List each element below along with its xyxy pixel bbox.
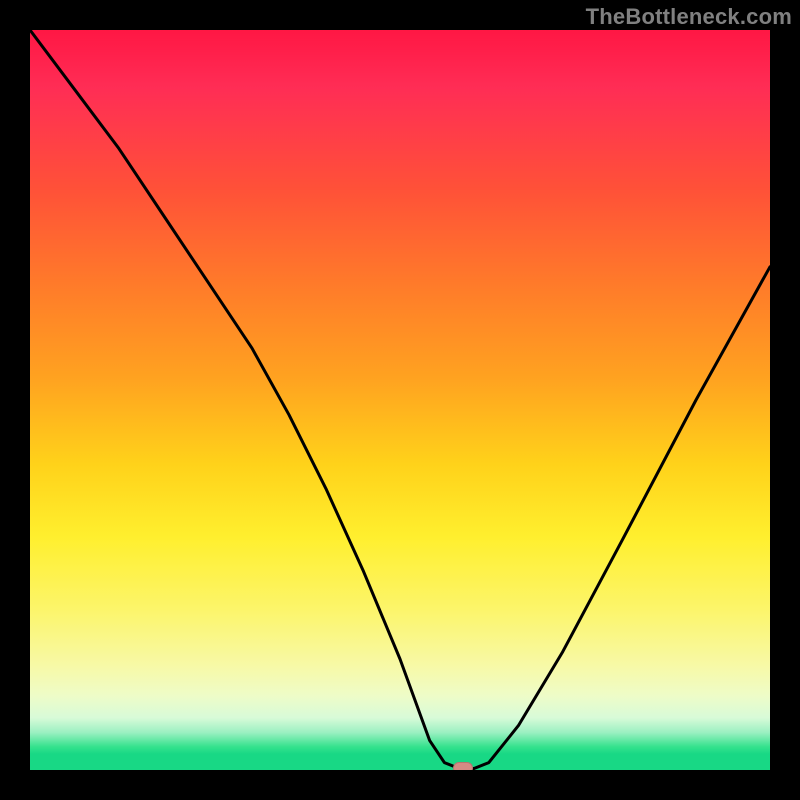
plot-area: [30, 30, 770, 770]
optimal-marker: [453, 762, 473, 770]
watermark-text: TheBottleneck.com: [586, 4, 792, 30]
bottleneck-curve: [30, 30, 770, 770]
chart-frame: TheBottleneck.com: [0, 0, 800, 800]
